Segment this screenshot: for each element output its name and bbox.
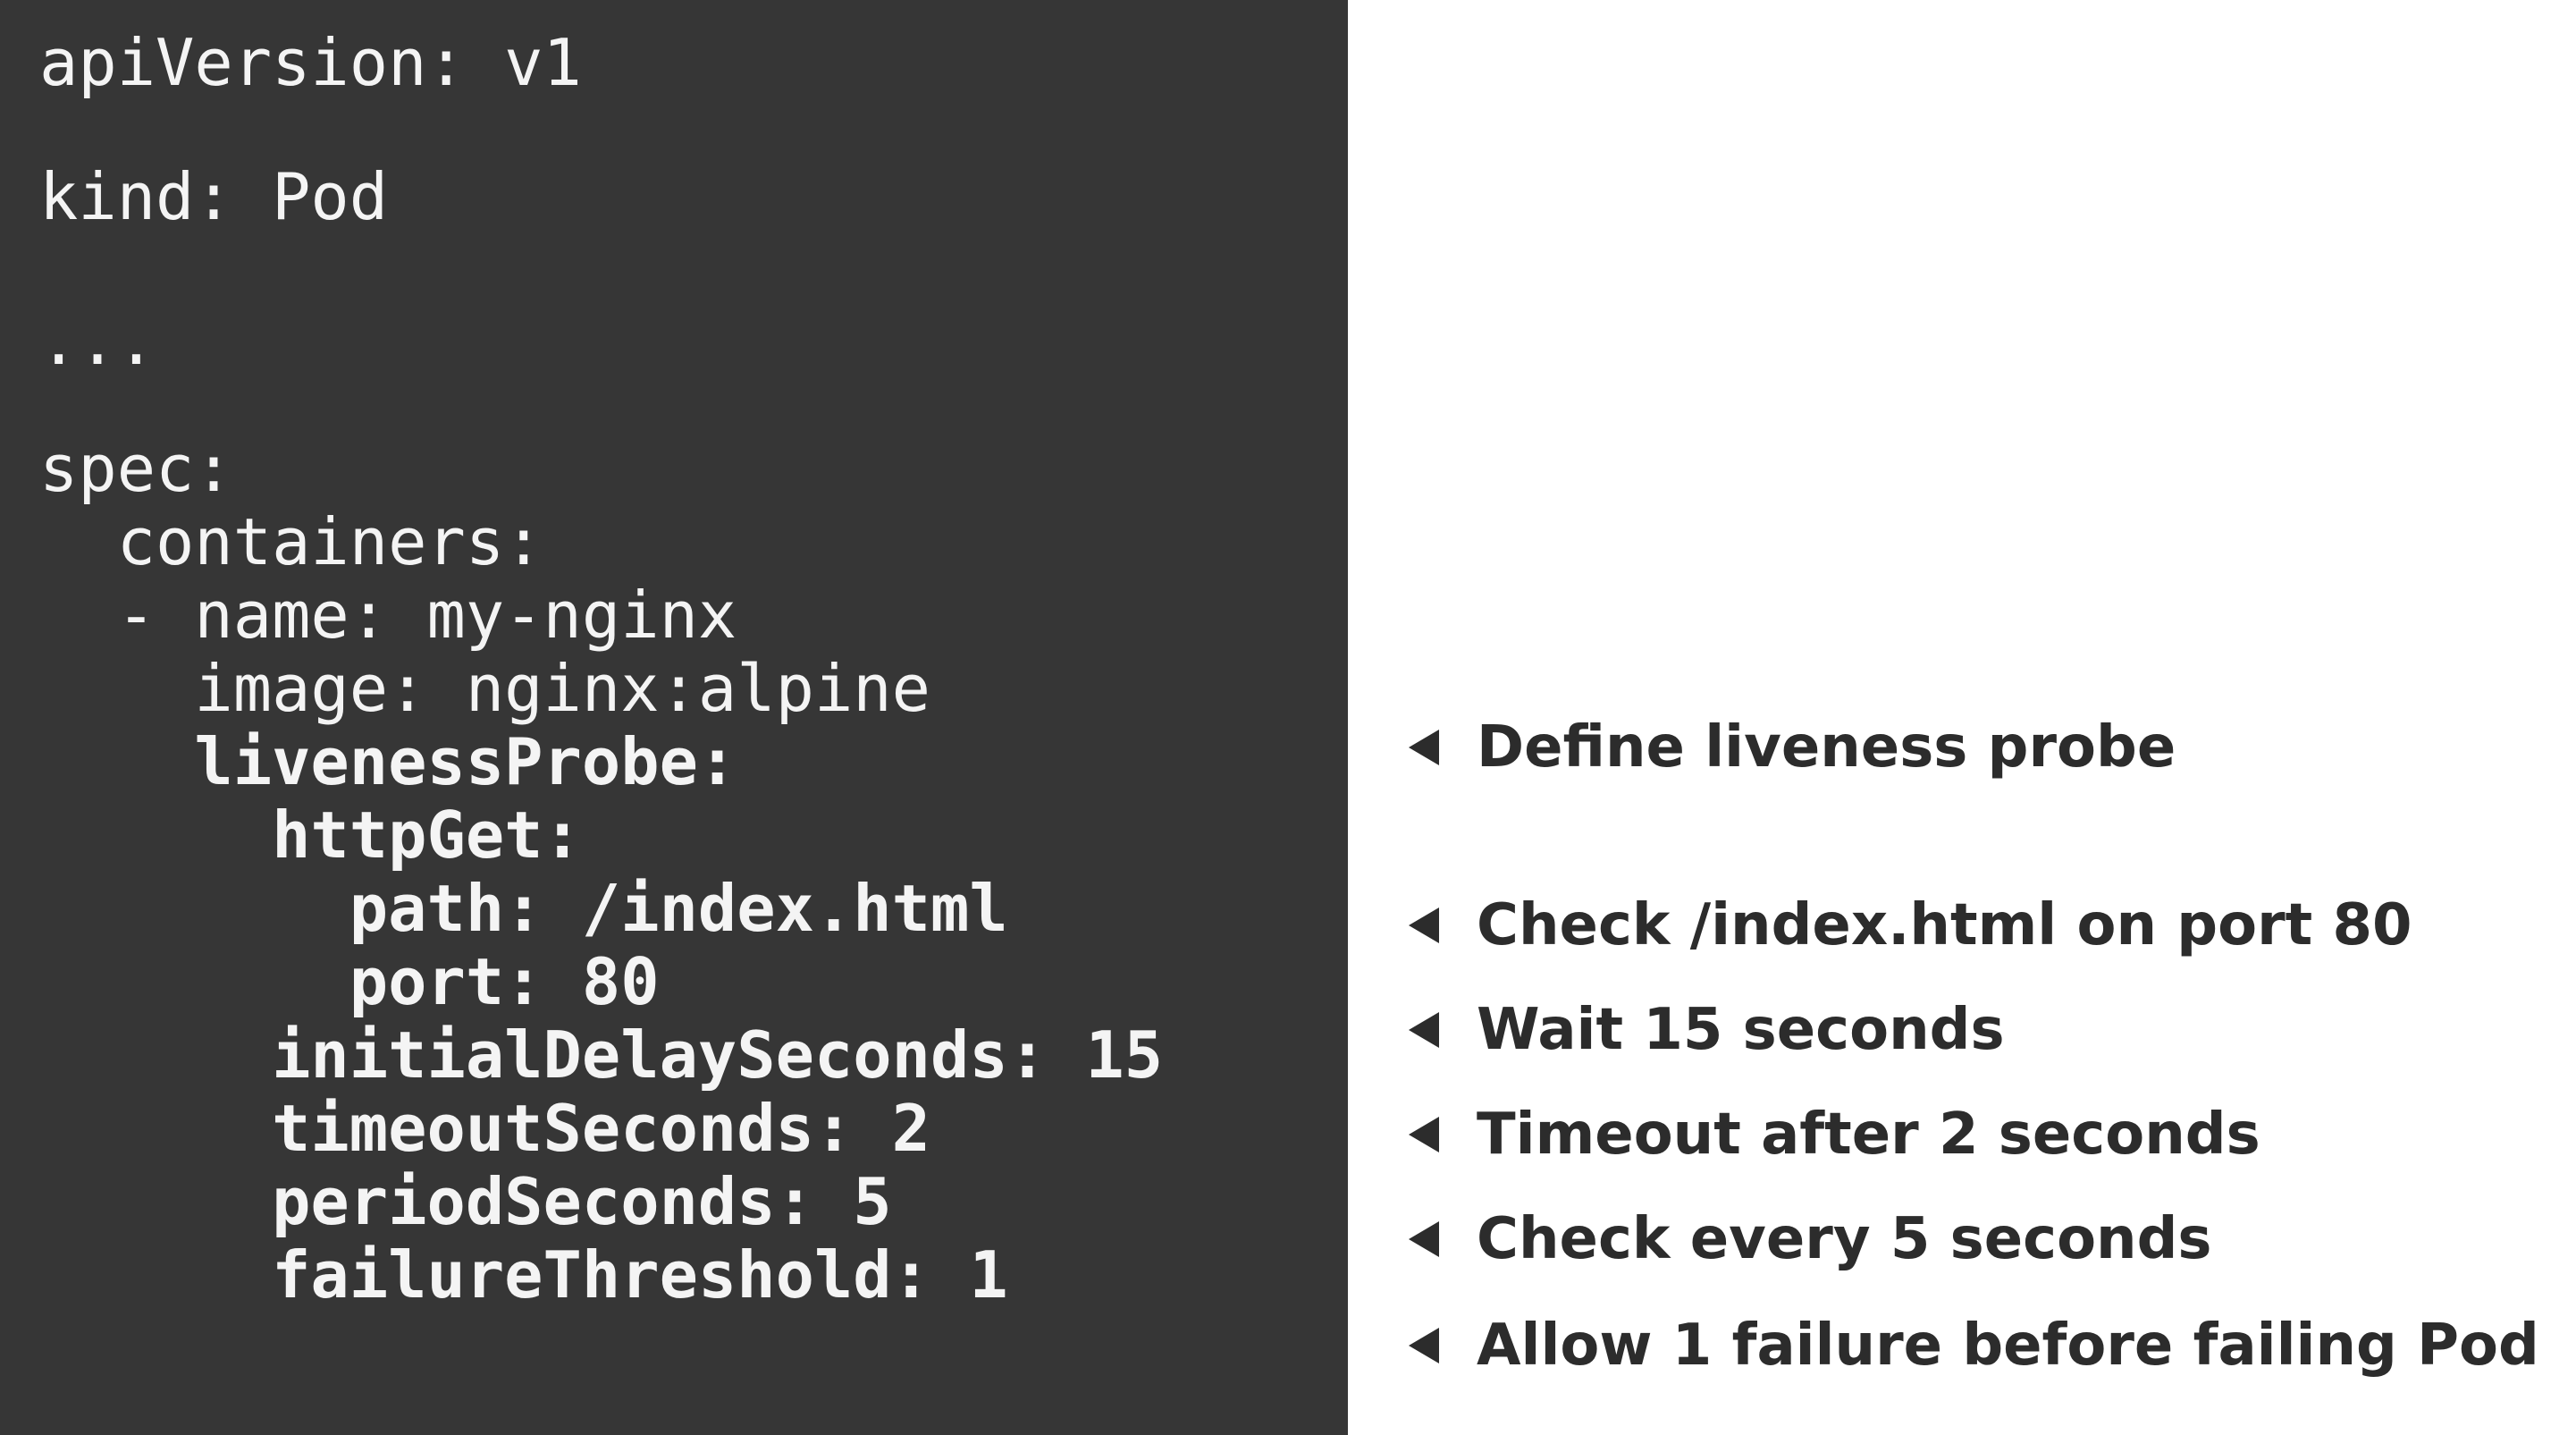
code-line-image: image: nginx:alpine (39, 651, 930, 726)
left-triangle-arrow-icon (1409, 730, 1439, 765)
code-line-failure-threshold: failureThreshold: 1 (39, 1237, 1008, 1313)
note-text: Define liveness probe (1477, 714, 2176, 781)
code-line-timeout: timeoutSeconds: 2 (39, 1091, 930, 1166)
note-text: Check every 5 seconds (1477, 1206, 2212, 1272)
note-failure-threshold: Allow 1 failure before failing Pod (1409, 1310, 2539, 1381)
note-text: Check /index.html on port 80 (1477, 892, 2412, 958)
notes-panel: Define liveness probe Check /index.html … (1348, 0, 2576, 1435)
code-line-period: periodSeconds: 5 (39, 1164, 892, 1239)
left-triangle-arrow-icon (1409, 1012, 1439, 1048)
note-timeout: Timeout after 2 seconds (1409, 1099, 2260, 1170)
code-panel: apiVersion: v1 kind: Pod ... spec: conta… (0, 0, 1348, 1435)
note-check-path: Check /index.html on port 80 (1409, 890, 2412, 961)
note-text: Allow 1 failure before failing Pod (1477, 1313, 2539, 1379)
note-text: Wait 15 seconds (1477, 997, 2005, 1063)
left-triangle-arrow-icon (1409, 907, 1439, 943)
left-triangle-arrow-icon (1409, 1117, 1439, 1152)
left-triangle-arrow-icon (1409, 1221, 1439, 1257)
note-period: Check every 5 seconds (1409, 1203, 2212, 1275)
code-line-liveness-probe: livenessProbe: (39, 724, 737, 799)
code-line-spec: spec: (39, 431, 233, 506)
code-line-name: - name: my-nginx (39, 578, 737, 653)
code-line-initial-delay: initialDelaySeconds: 15 (39, 1017, 1164, 1093)
code-line-api-version: apiVersion: v1 (39, 25, 582, 100)
code-line-containers: containers: (39, 504, 543, 579)
note-define-liveness: Define liveness probe (1409, 712, 2176, 783)
note-initial-delay: Wait 15 seconds (1409, 994, 2005, 1066)
code-line-http-get: httpGet: (39, 798, 582, 873)
code-line-path: path: /index.html (39, 871, 1008, 946)
code-line-ellipsis: ... (39, 304, 156, 379)
code-line-port: port: 80 (39, 944, 660, 1019)
note-text: Timeout after 2 seconds (1477, 1102, 2260, 1168)
left-triangle-arrow-icon (1409, 1328, 1439, 1363)
code-line-kind: kind: Pod (39, 159, 389, 234)
